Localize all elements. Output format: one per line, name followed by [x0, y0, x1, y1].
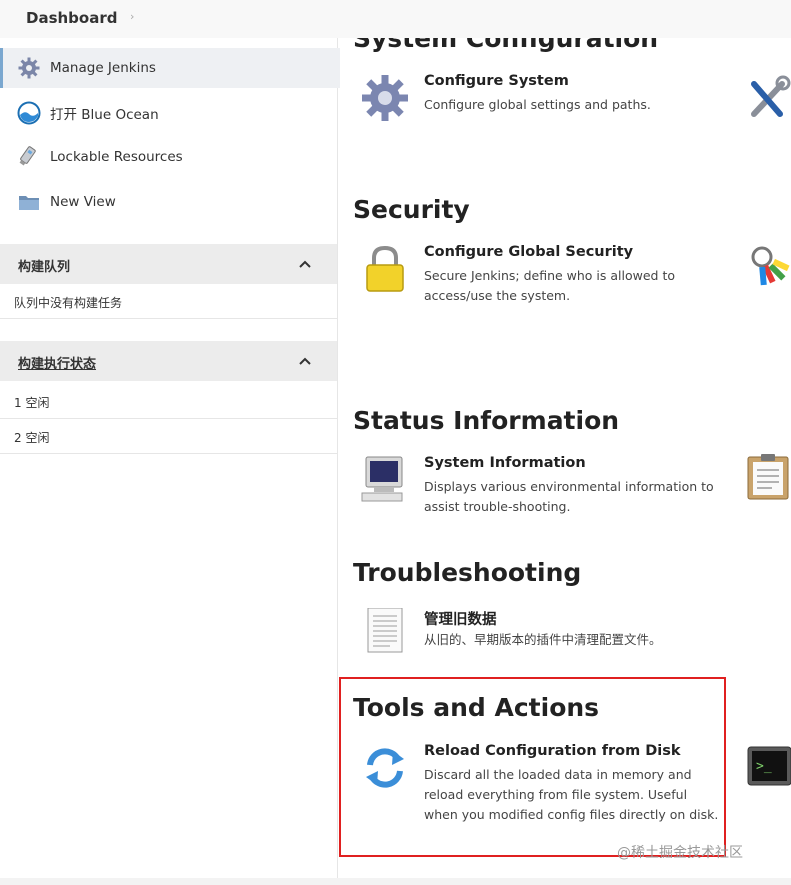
sidebar-item-manage-jenkins[interactable]: Manage Jenkins [0, 48, 340, 88]
item-name[interactable]: Configure Global Security [424, 244, 633, 260]
build-queue-empty-text: 队列中没有构建任务 [14, 296, 123, 310]
breadcrumb-dashboard[interactable]: Dashboard [26, 9, 117, 27]
watermark: @稀土掘金技术社区 [617, 845, 743, 861]
item-name[interactable]: 管理旧数据 [424, 608, 497, 629]
item-description: Secure Jenkins; define who is allowed to… [424, 268, 676, 303]
sidebar-item-label: 打开 Blue Ocean [50, 107, 159, 123]
sidebar-item-label: New View [50, 194, 116, 210]
gear-icon [16, 55, 42, 81]
clipboard-icon[interactable] [746, 452, 791, 500]
chevron-up-icon[interactable] [297, 353, 313, 369]
item-description: Displays various environmental informati… [424, 479, 714, 514]
build-queue-empty: 队列中没有构建任务 [0, 284, 337, 319]
top-bar: Dashboard › [0, 0, 791, 38]
section-title-security: Security [353, 195, 470, 224]
bottom-bar [0, 878, 791, 885]
terminal-icon[interactable]: >_ [746, 743, 791, 791]
highlight-box [339, 677, 726, 857]
chevron-up-icon[interactable] [297, 256, 313, 272]
executor-row: 1 空闲 [0, 384, 337, 419]
lock-icon [366, 245, 404, 292]
section-title-system-configuration: System Configuration [353, 38, 659, 53]
gear-icon [362, 75, 408, 121]
executor-status: 1 空闲 [14, 396, 50, 410]
usb-drive-icon [16, 144, 42, 170]
build-queue-title: 构建队列 [18, 260, 71, 275]
breadcrumb-separator-icon: › [130, 10, 135, 23]
keys-icon[interactable] [746, 243, 791, 291]
blue-ocean-icon [16, 100, 42, 126]
item-name[interactable]: System Information [424, 455, 586, 471]
svg-text:>_: >_ [756, 759, 772, 774]
executor-status: 2 空闲 [14, 431, 50, 445]
sidebar-item-new-view[interactable]: New View [0, 182, 337, 222]
folder-icon [16, 189, 42, 215]
item-name[interactable]: Configure System [424, 73, 569, 89]
build-queue-header[interactable]: 构建队列 [0, 244, 337, 284]
section-title-status-information: Status Information [353, 406, 620, 435]
item-description: 从旧的、早期版本的插件中清理配置文件。 [424, 632, 662, 647]
sidebar-item-label: Lockable Resources [50, 149, 183, 165]
sidebar-item-blue-ocean[interactable]: 打开 Blue Ocean [0, 93, 337, 133]
sidebar: Manage Jenkins 打开 Blue Ocean Lockable Re… [0, 38, 340, 885]
section-title-troubleshooting: Troubleshooting [353, 558, 582, 587]
executor-row: 2 空闲 [0, 419, 337, 454]
executors-title[interactable]: 构建执行状态 [18, 353, 96, 372]
tools-icon[interactable] [746, 74, 791, 122]
executors-header[interactable]: 构建执行状态 [0, 341, 337, 381]
sidebar-item-label: Manage Jenkins [50, 60, 156, 76]
sidebar-item-lockable-resources[interactable]: Lockable Resources [0, 137, 337, 177]
item-description: Configure global settings and paths. [424, 97, 651, 112]
document-icon [367, 608, 403, 653]
computer-icon [361, 456, 403, 502]
